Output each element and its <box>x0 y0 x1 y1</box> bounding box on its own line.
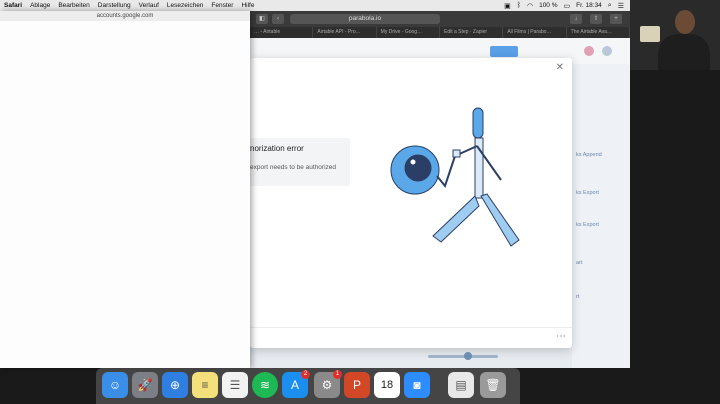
new-tab-icon[interactable]: + <box>610 14 622 24</box>
menu-hilfe[interactable]: Hilfe <box>237 2 258 9</box>
notes-icon[interactable]: ≡ <box>192 372 218 398</box>
bluetooth-icon[interactable]: ᛒ <box>517 2 521 9</box>
app-store-badge: 2 <box>301 370 310 379</box>
zoom-slider-handle[interactable] <box>464 352 472 360</box>
tab-2[interactable]: My Drive - Goog… <box>377 27 440 38</box>
tab-1[interactable]: Airtable API - Pro… <box>313 27 377 38</box>
safari-icon[interactable]: ⊕ <box>162 372 188 398</box>
avatar[interactable] <box>584 46 594 56</box>
authorization-error-modal: ✕ norization error export needs to be au… <box>250 58 572 348</box>
share-icon[interactable]: ⇧ <box>590 14 602 24</box>
step-list: ks Append ks Export ks Export art rt <box>572 64 630 368</box>
tab-4[interactable]: All Films | Parabo… <box>503 27 567 38</box>
launchpad-icon[interactable]: 🚀 <box>132 372 158 398</box>
list-item[interactable]: ks Append <box>576 152 630 158</box>
battery-icon[interactable]: ▭ <box>564 2 571 10</box>
tab-5[interactable]: The Airtable Ava… <box>567 27 630 38</box>
menu-bearbeiten[interactable]: Bearbeiten <box>54 2 93 9</box>
menu-ablage[interactable]: Ablage <box>26 2 54 9</box>
calendar-icon[interactable]: 18 <box>374 372 400 398</box>
menu-lesezeichen[interactable]: Lesezeichen <box>163 2 208 9</box>
publish-button[interactable] <box>490 46 518 57</box>
tab-bar: … - Airtable Airtable API - Pro… My Driv… <box>250 27 630 38</box>
close-icon[interactable]: ✕ <box>556 62 564 73</box>
control-center-icon[interactable]: ☰ <box>618 2 624 10</box>
zoom-icon[interactable]: ◙ <box>404 372 430 398</box>
google-popup-window[interactable]: accounts.google.com <box>0 11 250 368</box>
reminders-icon[interactable]: ☰ <box>222 372 248 398</box>
menu-fenster[interactable]: Fenster <box>207 2 237 9</box>
more-icon[interactable]: ⋯ <box>556 331 566 342</box>
error-title: norization error <box>250 144 304 153</box>
menu-verlauf[interactable]: Verlauf <box>135 2 163 9</box>
menu-darstellung[interactable]: Darstellung <box>94 2 135 9</box>
modal-footer: ⋯ <box>250 327 572 348</box>
error-description: export needs to be authorized <box>250 164 337 171</box>
webcam-window-light <box>640 26 660 42</box>
powerpoint-icon[interactable]: P <box>344 372 370 398</box>
download-icon[interactable]: ↓ <box>570 14 582 24</box>
address-bar: ◧ ‹ parabola.io ↓ ⇧ + <box>250 11 630 27</box>
list-item[interactable]: ks Export <box>576 222 630 228</box>
url-field[interactable]: parabola.io <box>290 14 440 24</box>
sidebar-toggle-icon[interactable]: ◧ <box>256 14 268 24</box>
menu-safari[interactable]: Safari <box>0 2 26 9</box>
screen-share-icon[interactable]: ▣ <box>504 2 511 10</box>
webcam-person-body <box>658 34 710 70</box>
clock[interactable]: Fr. 18:34 <box>576 2 602 9</box>
tab-0[interactable]: … - Airtable <box>250 27 314 38</box>
back-icon[interactable]: ‹ <box>272 14 284 24</box>
settings-badge: 1 <box>333 370 342 379</box>
finder-icon[interactable]: ☺ <box>102 372 128 398</box>
avatar-2[interactable] <box>602 46 612 56</box>
wifi-icon[interactable]: ◠ <box>527 2 533 10</box>
documents-icon[interactable]: ▤ <box>448 372 474 398</box>
search-icon[interactable]: ⌕ <box>608 2 612 10</box>
webcam-person-head <box>675 10 695 34</box>
list-item[interactable]: ks Export <box>576 190 630 196</box>
tab-3[interactable]: Edit a Step · Zapier <box>440 27 504 38</box>
zoom-slider[interactable] <box>428 355 498 358</box>
popup-title: accounts.google.com <box>0 11 250 21</box>
battery-status[interactable]: 100 % <box>539 2 557 9</box>
spotify-icon[interactable]: ≋ <box>252 372 278 398</box>
robot-illustration-icon <box>390 107 520 247</box>
trash-icon[interactable]: 🗑 <box>480 372 506 398</box>
list-item[interactable]: art <box>576 260 630 266</box>
list-item[interactable]: rt <box>576 294 630 300</box>
